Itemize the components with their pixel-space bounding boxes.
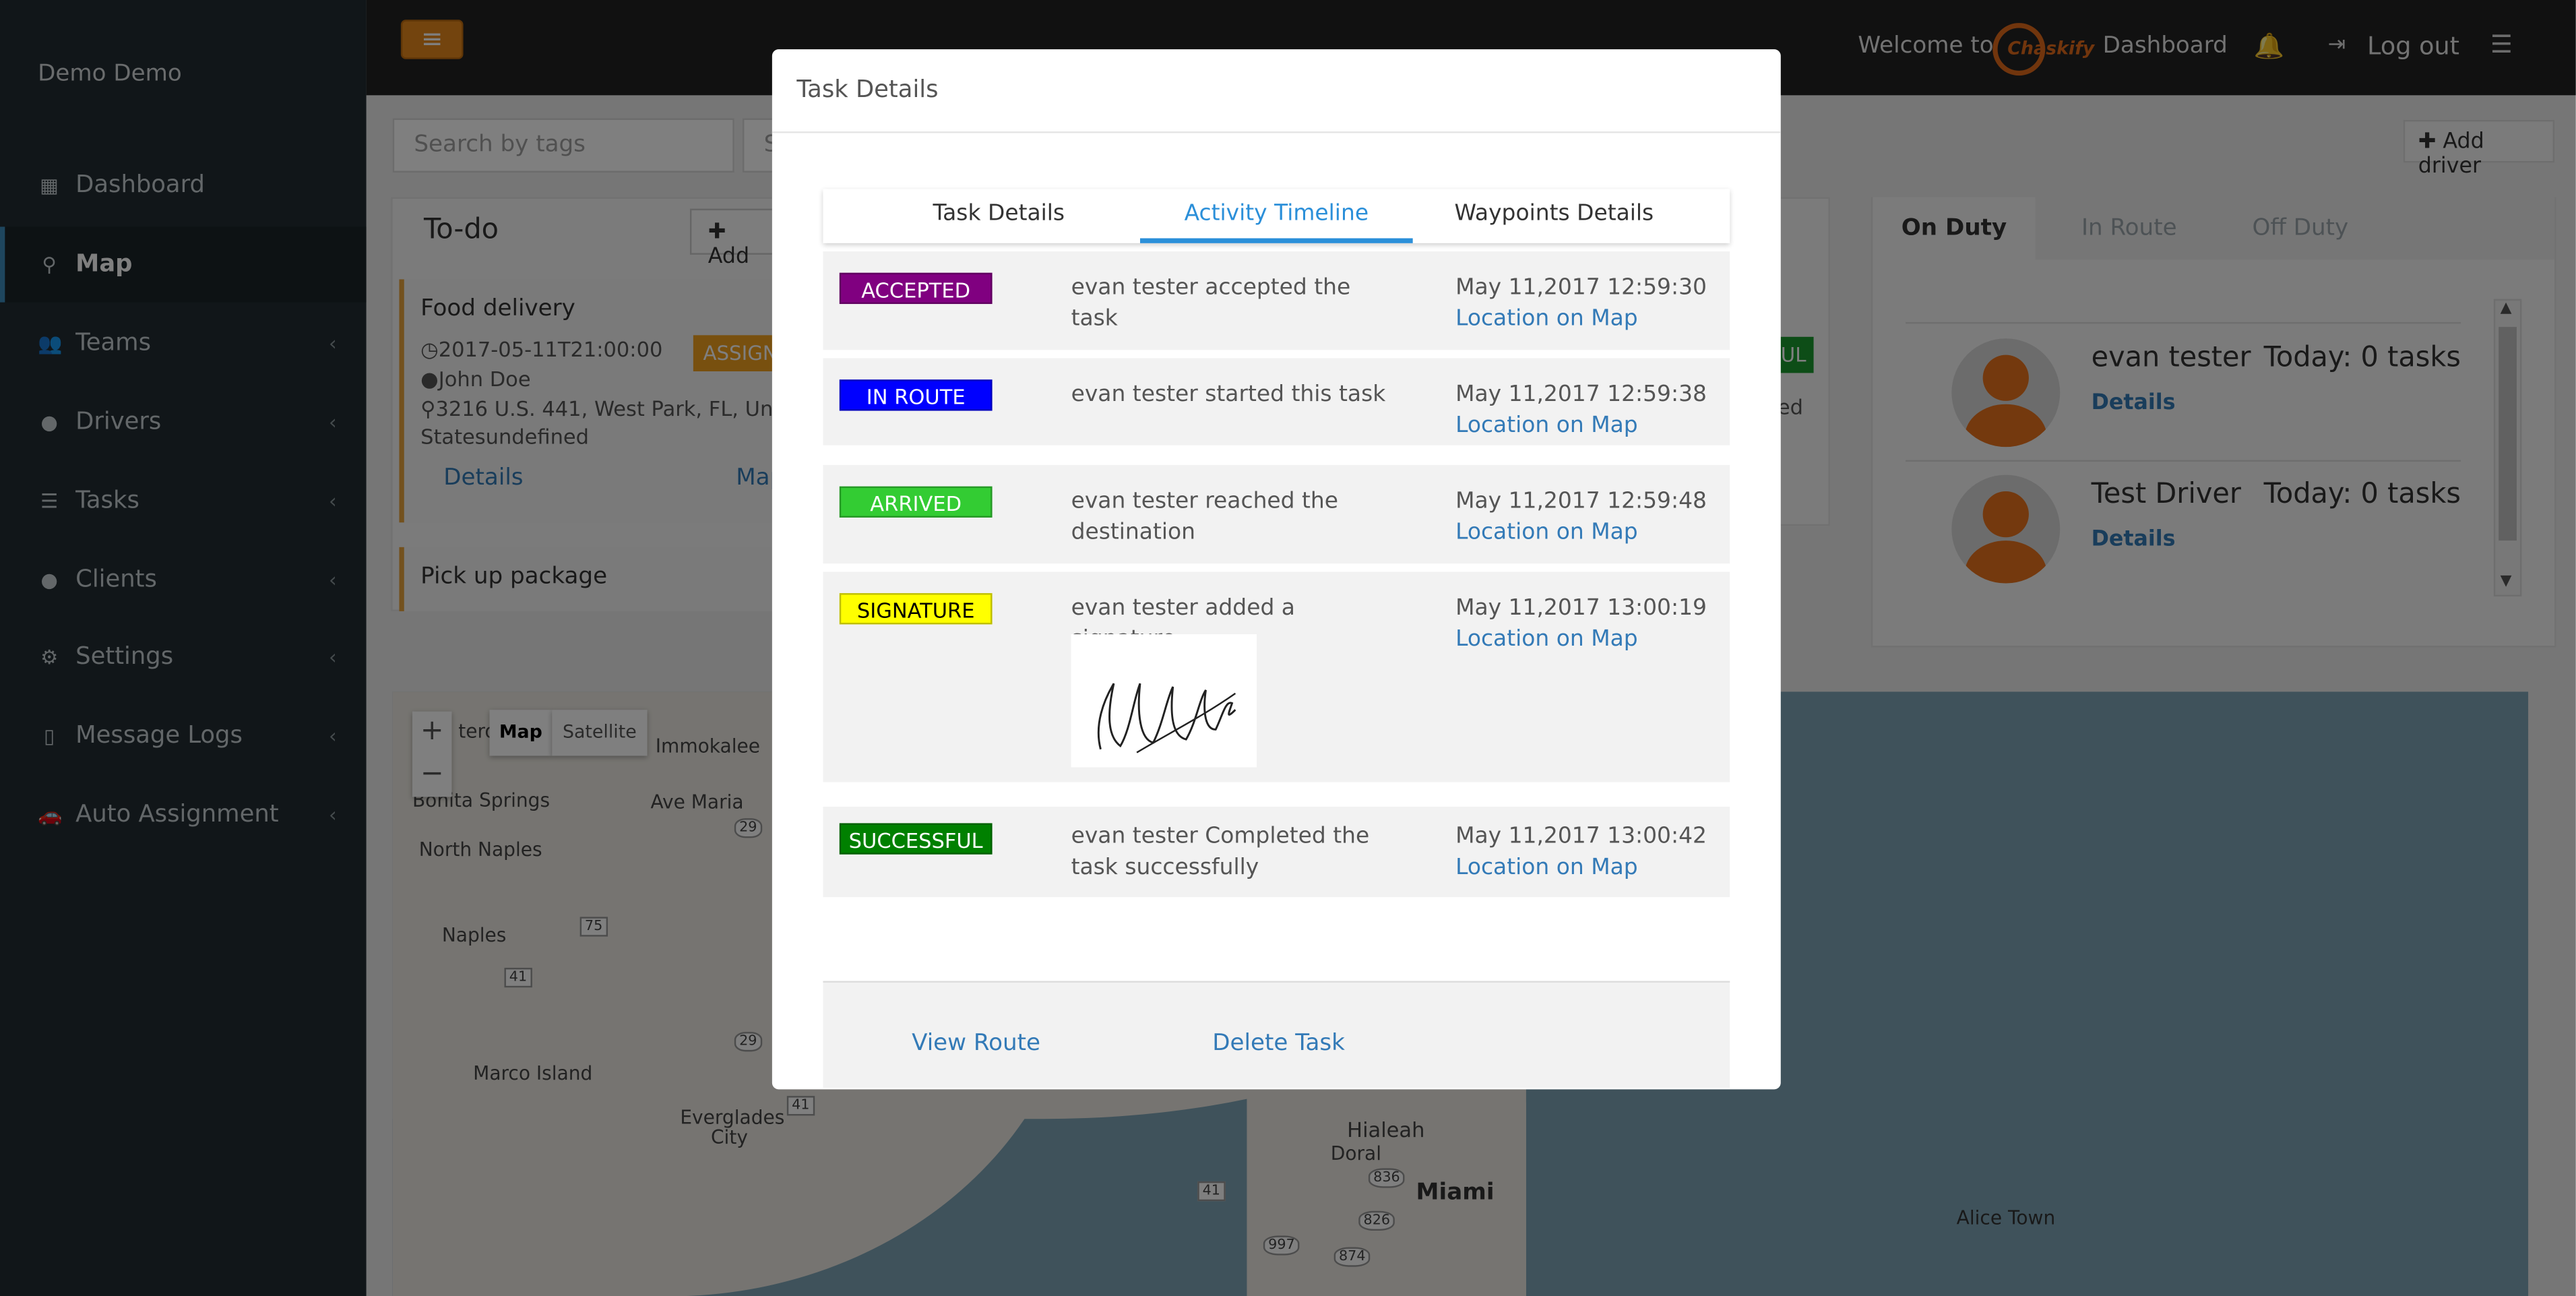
timeline-date: May 11,2017 13:00:19 bbox=[1455, 594, 1707, 621]
modal-title: Task Details bbox=[796, 77, 939, 104]
tab-waypoints-details[interactable]: Waypoints Details bbox=[1431, 189, 1677, 243]
timeline-description: evan tester accepted the task bbox=[1071, 274, 1351, 332]
location-on-map-link[interactable]: Location on Map bbox=[1455, 304, 1638, 335]
timeline-date: May 11,2017 12:59:38 bbox=[1455, 381, 1707, 408]
status-badge: IN ROUTE bbox=[839, 379, 993, 411]
delete-task-button[interactable]: Delete Task bbox=[1212, 1030, 1345, 1057]
status-badge: SUCCESSFUL bbox=[839, 823, 993, 855]
location-on-map-link[interactable]: Location on Map bbox=[1455, 518, 1638, 549]
tab-task-details[interactable]: Task Details bbox=[885, 189, 1112, 243]
timeline-row: SIGNATURE evan tester added a signature … bbox=[823, 572, 1730, 782]
view-route-button[interactable]: View Route bbox=[912, 1030, 1040, 1057]
location-on-map-link[interactable]: Location on Map bbox=[1455, 624, 1638, 655]
timeline-date: May 11,2017 12:59:48 bbox=[1455, 488, 1707, 515]
timeline-date: May 11,2017 12:59:30 bbox=[1455, 274, 1707, 301]
status-badge: ACCEPTED bbox=[839, 272, 993, 305]
timeline-description: evan tester Completed the task successfu… bbox=[1071, 823, 1370, 881]
timeline-row: SUCCESSFUL evan tester Completed the tas… bbox=[823, 807, 1730, 898]
timeline-row: ARRIVED evan tester reached the destinat… bbox=[823, 464, 1730, 564]
location-on-map-link[interactable]: Location on Map bbox=[1455, 411, 1638, 442]
timeline-row: ACCEPTED evan tester accepted the task M… bbox=[823, 251, 1730, 350]
task-details-modal: Task Details Task Details Activity Timel… bbox=[772, 49, 1781, 1090]
location-on-map-link[interactable]: Location on Map bbox=[1455, 853, 1638, 884]
tab-activity-timeline[interactable]: Activity Timeline bbox=[1139, 189, 1413, 243]
modal-tabs: Task Details Activity Timeline Waypoints… bbox=[823, 189, 1730, 243]
status-badge: SIGNATURE bbox=[839, 593, 993, 625]
timeline-date: May 11,2017 13:00:42 bbox=[1455, 823, 1707, 850]
modal-footer: View Route Delete Task bbox=[823, 981, 1730, 1088]
modal-header: Task Details bbox=[772, 49, 1781, 133]
status-badge: ARRIVED bbox=[839, 486, 993, 518]
timeline-row: IN ROUTE evan tester started this task M… bbox=[823, 358, 1730, 445]
signature-image bbox=[1071, 634, 1257, 768]
timeline-description: evan tester reached the destination bbox=[1071, 488, 1339, 546]
timeline-description: evan tester started this task bbox=[1071, 381, 1386, 408]
